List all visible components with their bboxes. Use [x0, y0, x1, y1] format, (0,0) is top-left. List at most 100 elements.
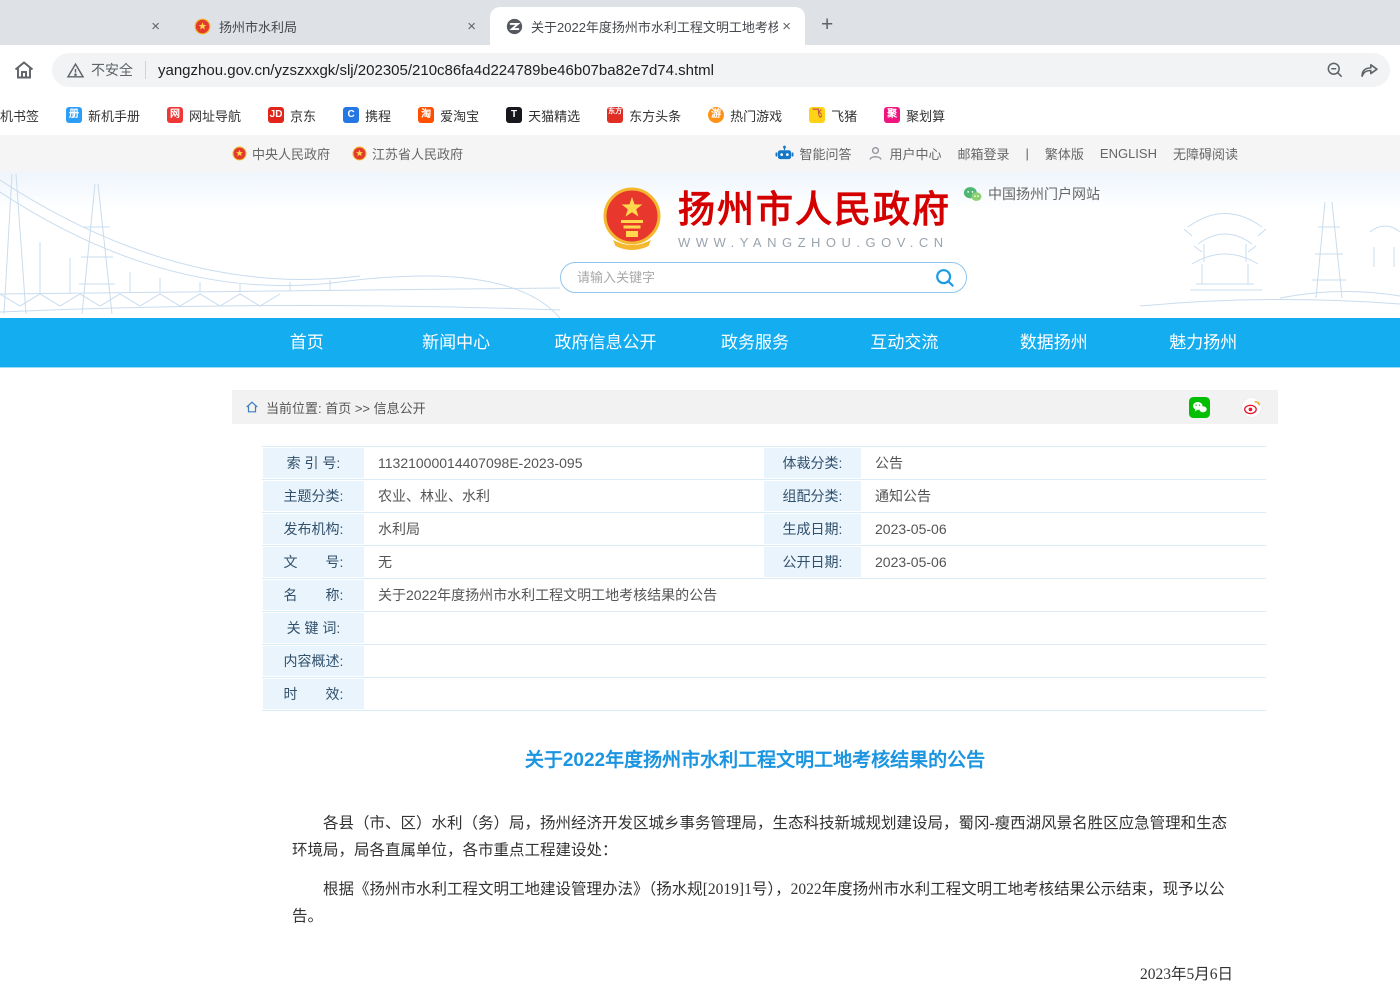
- tab-announcement-active[interactable]: 关于2022年度扬州市水利工程文明工地考核结果的公告 ×: [490, 7, 805, 45]
- bookmark-item[interactable]: 机书签: [0, 106, 39, 125]
- metadata-table: 索 引 号: 11321000014407098E-2023-095 体裁分类:…: [262, 446, 1266, 711]
- weibo-share-icon[interactable]: [1241, 397, 1262, 418]
- address-bar[interactable]: 不安全 yangzhou.gov.cn/yzszxxgk/slj/202305/…: [52, 53, 1390, 87]
- close-icon[interactable]: ×: [463, 17, 480, 36]
- close-icon[interactable]: ×: [147, 17, 164, 36]
- meta-value: 无: [365, 546, 763, 578]
- omnibox-divider: [145, 61, 146, 79]
- nav-item-interaction[interactable]: 互动交流: [830, 318, 979, 367]
- new-tab-button[interactable]: +: [821, 13, 833, 37]
- bookmark-item[interactable]: 网网址导航: [167, 106, 241, 125]
- meta-value: 2023-05-06: [862, 513, 1266, 545]
- tab-title: 关于2022年度扬州市水利工程文明工地考核结果的公告: [531, 17, 778, 36]
- link-label: 中央人民政府: [252, 144, 330, 163]
- meta-label: 时 效:: [263, 679, 364, 709]
- meta-value: 11321000014407098E-2023-095: [365, 447, 763, 479]
- bookmark-label: 爱淘宝: [440, 106, 479, 125]
- site-title: 扬州市人民政府: [678, 190, 951, 231]
- english-version-link[interactable]: ENGLISH: [1100, 146, 1157, 161]
- share-icon[interactable]: [1359, 60, 1380, 81]
- gov-emblem-icon: [352, 146, 367, 161]
- table-row: 文 号: 无 公开日期: 2023-05-06: [262, 546, 1266, 579]
- meta-label: 公开日期:: [764, 547, 861, 577]
- bookmark-item[interactable]: C携程: [343, 106, 391, 125]
- smart-qa-link[interactable]: 智能问答: [775, 144, 851, 163]
- fliggy-icon: 飞: [809, 107, 825, 123]
- search-input[interactable]: [561, 270, 930, 285]
- search-icon: [934, 267, 956, 289]
- url-text[interactable]: yangzhou.gov.cn/yzszxxgk/slj/202305/210c…: [158, 62, 1325, 79]
- zoom-out-icon[interactable]: [1325, 60, 1345, 80]
- table-row: 索 引 号: 11321000014407098E-2023-095 体裁分类:…: [262, 447, 1266, 480]
- browser-toolbar: 不安全 yangzhou.gov.cn/yzszxxgk/slj/202305/…: [0, 45, 1400, 95]
- tab-partial[interactable]: ×: [0, 7, 178, 45]
- main-nav: 首页 新闻中心 政府信息公开 政务服务 互动交流 数据扬州 魅力扬州: [0, 318, 1400, 368]
- accessibility-link[interactable]: 无障碍阅读: [1173, 144, 1238, 163]
- portal-link[interactable]: 中国扬州门户网站: [963, 184, 1100, 204]
- traditional-version-link[interactable]: 繁体版: [1045, 144, 1084, 163]
- nav-site-icon: 网: [167, 107, 183, 123]
- jd-icon: JD: [268, 107, 284, 123]
- bookmark-item[interactable]: 东方东方头条: [607, 106, 681, 125]
- juhuasuan-icon: 聚: [884, 107, 900, 123]
- nav-item-home[interactable]: 首页: [232, 318, 381, 367]
- bookmark-label: 聚划算: [906, 106, 945, 125]
- mail-login-link[interactable]: 邮箱登录: [957, 144, 1009, 163]
- bookmark-item[interactable]: T天猫精选: [506, 106, 580, 125]
- wechat-share-icon[interactable]: [1189, 397, 1210, 418]
- bookmark-label: 机书签: [0, 106, 39, 125]
- meta-label: 生成日期:: [764, 514, 861, 544]
- bookmark-label: 东方头条: [629, 106, 681, 125]
- user-center-link[interactable]: 用户中心: [867, 144, 941, 163]
- masthead-banner: 扬州市人民政府 WWW.YANGZHOU.GOV.CN 中国扬州门户网站: [0, 172, 1400, 318]
- bookmark-item[interactable]: 飞飞猪: [809, 106, 857, 125]
- link-jiangsu-gov[interactable]: 江苏省人民政府: [352, 144, 463, 163]
- link-central-gov[interactable]: 中央人民政府: [232, 144, 330, 163]
- home-breadcrumb-icon: [245, 400, 259, 414]
- nav-item-info-disclosure[interactable]: 政府信息公开: [531, 318, 680, 367]
- meta-label: 文 号:: [263, 547, 364, 577]
- robot-icon: [775, 145, 794, 162]
- divider: |: [1026, 146, 1029, 161]
- bookmarks-bar: 机书签 册新机手册 网网址导航 JD京东 C携程 淘爱淘宝 T天猫精选 东方东方…: [0, 95, 1400, 135]
- home-icon[interactable]: [12, 58, 36, 82]
- meta-value: 公告: [862, 447, 1266, 479]
- search-button[interactable]: [930, 267, 960, 289]
- warning-icon[interactable]: [66, 61, 85, 80]
- meta-label: 发布机构:: [263, 514, 364, 544]
- close-icon[interactable]: ×: [778, 17, 795, 36]
- site-logo[interactable]: 扬州市人民政府 WWW.YANGZHOU.GOV.CN: [600, 186, 951, 254]
- tab-yangzhou-water-bureau[interactable]: 扬州市水利局 ×: [178, 7, 490, 45]
- link-label: 江苏省人民政府: [372, 144, 463, 163]
- bookmark-item[interactable]: 淘爱淘宝: [418, 106, 479, 125]
- meta-label: 内容概述:: [263, 646, 364, 676]
- security-label[interactable]: 不安全: [91, 60, 133, 80]
- tmall-icon: T: [506, 107, 522, 123]
- bookmark-label: 网址导航: [189, 106, 241, 125]
- bookmark-item[interactable]: 游热门游戏: [708, 106, 782, 125]
- bookmark-label: 新机手册: [88, 106, 140, 125]
- tab-title: 扬州市水利局: [219, 17, 463, 36]
- nav-item-data[interactable]: 数据扬州: [979, 318, 1128, 367]
- meta-value: 水利局: [365, 513, 763, 545]
- nav-item-services[interactable]: 政务服务: [680, 318, 829, 367]
- article-paragraph: 根据《扬州市水利工程文明工地建设管理办法》（扬水规[2019]1号），2022年…: [292, 876, 1230, 930]
- bookmark-item[interactable]: 聚聚划算: [884, 106, 945, 125]
- gov-emblem-icon: [194, 18, 211, 35]
- site-search: [560, 262, 967, 293]
- tab-bar: × 扬州市水利局 × 关于2022年度扬州市水利工程文明工地考核结果的公告 × …: [0, 0, 1400, 45]
- bookmark-item[interactable]: 册新机手册: [66, 106, 140, 125]
- nav-item-news[interactable]: 新闻中心: [381, 318, 530, 367]
- breadcrumb-text[interactable]: 当前位置: 首页 >> 信息公开: [266, 398, 426, 417]
- meta-value: 2023-05-06: [862, 546, 1266, 578]
- meta-label: 索 引 号:: [263, 448, 364, 478]
- portal-label: 中国扬州门户网站: [988, 184, 1100, 204]
- bookmark-label: 携程: [365, 106, 391, 125]
- table-row: 名 称: 关于2022年度扬州市水利工程文明工地考核结果的公告: [262, 579, 1266, 612]
- link-label: 智能问答: [799, 144, 851, 163]
- bookmark-item[interactable]: JD京东: [268, 106, 316, 125]
- table-row: 主题分类: 农业、林业、水利 组配分类: 通知公告: [262, 480, 1266, 513]
- nav-item-charm[interactable]: 魅力扬州: [1129, 318, 1278, 367]
- site-utility-bar: 中央人民政府 江苏省人民政府 智能问答 用户中心 邮: [0, 135, 1400, 172]
- site-url-caption: WWW.YANGZHOU.GOV.CN: [678, 235, 951, 250]
